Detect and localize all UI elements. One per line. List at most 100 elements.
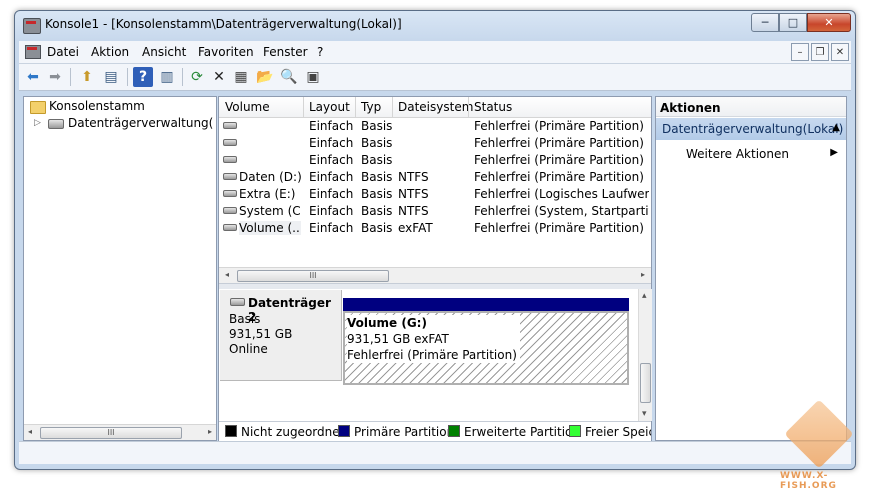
mdi-minimize-button[interactable]: –: [791, 43, 809, 61]
table-row[interactable]: Volume (... Einfach Basis exFAT Fehlerfr…: [219, 220, 651, 237]
disk-size: 931,51 GB: [229, 327, 293, 341]
scroll-thumb[interactable]: [640, 363, 651, 403]
column-divider[interactable]: [468, 97, 469, 117]
partition-block[interactable]: Volume (G:) 931,51 GB exFAT Fehlerfrei (…: [343, 298, 629, 385]
column-layout[interactable]: Layout: [309, 100, 350, 114]
action-more-actions[interactable]: Weitere Aktionen: [686, 147, 789, 161]
scroll-thumb[interactable]: III: [237, 270, 389, 282]
cell-dateisystem: exFAT: [398, 221, 433, 235]
menu-aktion[interactable]: Aktion: [91, 45, 129, 59]
column-divider[interactable]: [303, 97, 304, 117]
legend-label: Primäre Partition: [354, 425, 455, 439]
scroll-left-icon[interactable]: ◂: [225, 270, 229, 279]
disk-info-box[interactable]: Datenträger 2 Basis 931,51 GB Online: [220, 290, 342, 381]
menu-favoriten[interactable]: Favoriten: [198, 45, 254, 59]
cell-status: Fehlerfrei (Primäre Partition): [474, 119, 644, 133]
column-dateisystem[interactable]: Dateisystem: [398, 100, 473, 114]
disk-icon: [230, 298, 245, 306]
volume-icon: [223, 139, 237, 146]
partition-body[interactable]: Volume (G:) 931,51 GB exFAT Fehlerfrei (…: [343, 311, 629, 385]
cell-typ: Basis: [361, 204, 393, 218]
cell-dateisystem: NTFS: [398, 187, 429, 201]
volume-list-horizontal-scrollbar[interactable]: ◂ III ▸: [219, 267, 651, 283]
cell-typ: Basis: [361, 153, 393, 167]
column-typ[interactable]: Typ: [361, 100, 381, 114]
cell-typ: Basis: [361, 221, 393, 235]
table-row[interactable]: Extra (E:) Einfach Basis NTFS Fehlerfrei…: [219, 186, 651, 203]
table-row[interactable]: Einfach Basis Fehlerfrei (Primäre Partit…: [219, 118, 651, 135]
column-volume[interactable]: Volume: [225, 100, 270, 114]
actions-section-header[interactable]: Datenträgerverwaltung(Lokal) ▲: [656, 118, 846, 140]
cell-layout: Einfach: [309, 153, 354, 167]
partition-name: Volume (G:): [347, 316, 427, 330]
maximize-button[interactable]: □: [779, 13, 807, 32]
toolbar-separator: [127, 68, 128, 86]
menu-fenster[interactable]: Fenster: [263, 45, 308, 59]
scroll-thumb[interactable]: III: [40, 427, 182, 439]
column-status[interactable]: Status: [474, 100, 512, 114]
tree-horizontal-scrollbar[interactable]: ◂ III ▸: [24, 424, 216, 440]
mdi-close-button[interactable]: ✕: [831, 43, 849, 61]
scroll-left-icon[interactable]: ◂: [28, 427, 32, 436]
partition-size-fs: 931,51 GB exFAT: [347, 332, 449, 346]
menu-ansicht[interactable]: Ansicht: [142, 45, 186, 59]
forward-arrow-icon[interactable]: ➡: [45, 67, 65, 87]
cell-volume: Volume (...: [239, 221, 301, 235]
cell-typ: Basis: [361, 136, 393, 150]
tree-expander-icon[interactable]: ▷: [34, 118, 41, 128]
table-row[interactable]: Einfach Basis Fehlerfrei (Primäre Partit…: [219, 152, 651, 169]
cell-typ: Basis: [361, 119, 393, 133]
show-hide-action-pane-icon[interactable]: ▥: [157, 67, 177, 87]
disk-name: Datenträger 2: [248, 296, 331, 324]
scroll-up-icon[interactable]: ▴: [642, 291, 647, 301]
cell-status: Fehlerfrei (Logisches Laufwerk): [474, 187, 649, 201]
mdi-buttons: – ❐ ✕: [791, 43, 849, 61]
up-folder-icon[interactable]: ⬆: [77, 67, 97, 87]
mdi-restore-button[interactable]: ❐: [811, 43, 829, 61]
refresh-icon[interactable]: ⟳: [187, 67, 207, 87]
legend-label: Nicht zugeordnet: [241, 425, 345, 439]
submenu-arrow-icon[interactable]: ▶: [830, 147, 838, 158]
disk-state: Online: [229, 342, 268, 356]
table-row[interactable]: Einfach Basis Fehlerfrei (Primäre Partit…: [219, 135, 651, 152]
table-row[interactable]: System (C:) Einfach Basis NTFS Fehlerfre…: [219, 203, 651, 220]
toolbar-separator: [70, 68, 71, 86]
back-arrow-icon[interactable]: ⬅: [23, 67, 43, 87]
column-divider[interactable]: [392, 97, 393, 117]
mdi-system-menu-icon[interactable]: [25, 45, 41, 59]
scroll-right-icon[interactable]: ▸: [641, 270, 645, 279]
partition-status: Fehlerfrei (Primäre Partition): [347, 348, 517, 362]
status-bar: [19, 441, 851, 464]
column-divider[interactable]: [355, 97, 356, 117]
search-disk-icon[interactable]: 🔍: [279, 67, 299, 87]
close-button[interactable]: ✕: [807, 13, 851, 32]
cell-status: Fehlerfrei (Primäre Partition): [474, 221, 644, 235]
open-folder-icon[interactable]: 📂: [255, 67, 275, 87]
legend-swatch: [225, 425, 237, 437]
scroll-down-icon[interactable]: ▾: [642, 409, 647, 419]
disk-view-vertical-scrollbar[interactable]: ▴ ▾: [638, 289, 652, 421]
tree-item-konsolenstamm[interactable]: Konsolenstamm: [49, 99, 145, 113]
cell-layout: Einfach: [309, 204, 354, 218]
legend-unallocated: Nicht zugeordnet: [225, 425, 344, 439]
menu-datei[interactable]: Datei: [47, 45, 79, 59]
toolbar-separator: [182, 68, 183, 86]
show-hide-tree-icon[interactable]: ▤: [101, 67, 121, 87]
tree-item-disk-management[interactable]: Datenträgerverwaltung(Lokal): [68, 116, 214, 130]
help-icon[interactable]: ?: [133, 67, 153, 87]
table-row[interactable]: Daten (D:) Einfach Basis NTFS Fehlerfrei…: [219, 169, 651, 186]
disk-settings-icon[interactable]: ▣: [303, 67, 323, 87]
volume-icon: [223, 156, 237, 163]
properties-icon[interactable]: ▦: [231, 67, 251, 87]
legend-swatch: [569, 425, 581, 437]
caption-buttons: ─ □ ✕: [751, 13, 851, 32]
minimize-button[interactable]: ─: [751, 13, 779, 32]
collapse-triangle-icon[interactable]: ▲: [832, 122, 840, 133]
cell-layout: Einfach: [309, 170, 354, 184]
cell-status: Fehlerfrei (System, Startpartition, ...: [474, 204, 649, 218]
mmc-window: Konsole1 - [Konsolenstamm\Datenträgerver…: [14, 10, 856, 470]
title-bar[interactable]: Konsole1 - [Konsolenstamm\Datenträgerver…: [15, 11, 855, 39]
scroll-right-icon[interactable]: ▸: [208, 427, 212, 436]
menu-help[interactable]: ?: [317, 45, 323, 59]
delete-icon[interactable]: ✕: [209, 67, 229, 87]
